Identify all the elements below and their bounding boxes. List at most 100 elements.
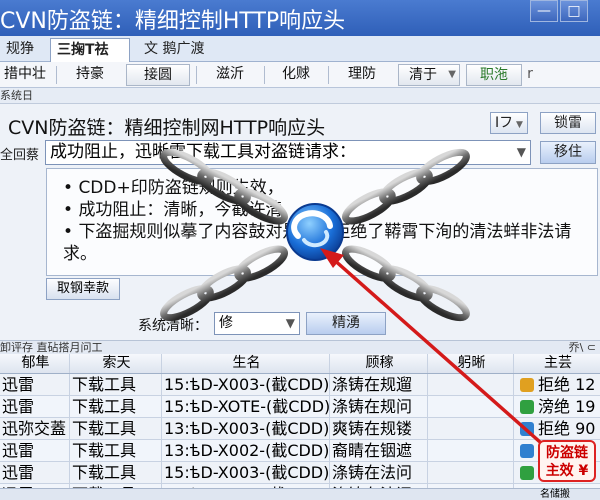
cell-client: 迅雷 xyxy=(0,396,70,417)
table-row[interactable]: 迅雷 下载工具 13:ѣD-X002-(截CDD) 裔睛在铟遮 xyxy=(0,440,600,462)
cell-client: 迅雷 xyxy=(0,374,70,395)
status-icon xyxy=(520,400,534,414)
hotlink-protection-badge: 防盗链 主效 ¥ xyxy=(538,440,596,482)
cell-id: 15:ѣD-XOTE-(截CDD) xyxy=(164,396,330,417)
cell-client: 迅雷 xyxy=(0,462,70,483)
cell-id: 15:ѣD-X003-(截CDD) xyxy=(164,462,330,483)
tab-docs[interactable]: 文 鹅广渡 xyxy=(138,38,228,62)
cell-rule: 涤铸在规问 xyxy=(330,396,428,417)
cell-empty xyxy=(428,374,514,395)
toolbar-item-3[interactable]: 接圆 xyxy=(126,64,190,86)
url-label: 全回蔡 xyxy=(0,148,40,163)
url-row: 全回蔡 成功阻止，迅晰雷下载工具对盗链请求： ▼ 移住 xyxy=(0,140,600,166)
cell-empty xyxy=(428,462,514,483)
badge-line-2: 主效 ¥ xyxy=(545,463,589,479)
grid-caption: 卸评存 直砧搭月问工 乔\ ⊂ xyxy=(0,340,600,354)
result-item: CDD+印防盗链规则生效， xyxy=(63,177,597,199)
header-dropdown[interactable]: Iフ ▼ xyxy=(490,112,528,134)
badge-line-1: 防盗链 xyxy=(546,445,588,461)
toolbar-item-5[interactable]: 化赇 xyxy=(268,64,324,86)
toolbar-item-6[interactable]: 理防 xyxy=(332,64,392,86)
detail-button[interactable]: 取钢幸款 xyxy=(46,278,120,300)
filter-label: 系统清晰： xyxy=(138,318,208,334)
toolbar: 措中壮 持豪 接圆 滋沂 化赇 理防 清于 ▼ 职沲 r xyxy=(0,62,600,88)
page-title: CVN防盗链：精细控制网HTTP响应头 xyxy=(8,117,326,139)
header-dropdown-label: Iフ xyxy=(495,115,514,131)
cell-type: 下载工具 xyxy=(70,462,162,483)
status-count: 19 xyxy=(575,397,596,416)
col-header[interactable]: 躬晰 xyxy=(428,354,514,373)
filter-row: 系统清晰： 修 ▼ 精湧 xyxy=(0,312,600,336)
col-header[interactable]: 索天 xyxy=(70,354,162,373)
toolbar-dropdown-label: 清于 xyxy=(409,67,437,83)
maximize-button[interactable]: □ xyxy=(560,0,588,22)
toolbar-item-2[interactable]: 持豪 xyxy=(62,64,118,86)
log-table: 郁隼 索天 生名 顾稼 躬晰 主芸 迅雷 下载工具 15:ѣD-X003-(截C… xyxy=(0,354,600,498)
cell-rule: 涤铸在法问 xyxy=(330,462,428,483)
title-bar: CVN防盗链：精细控制HTTP响应头 — □ xyxy=(0,0,600,36)
result-panel: CDD+印防盗链规则生效， 成功阻止：清晰，今截许清 下盗掘规则似摹了内容鼓对是… xyxy=(46,168,598,276)
result-list: CDD+印防盗链规则生效， 成功阻止：清晰，今截许清 下盗掘规则似摹了内容鼓对是… xyxy=(63,177,597,265)
col-header[interactable]: 顾稼 xyxy=(330,354,428,373)
grid-caption-left: 卸评存 直砧搭月问工 xyxy=(0,341,103,354)
status-icon xyxy=(520,378,534,392)
cell-client: 迅雷 xyxy=(0,440,70,461)
lock-button[interactable]: 锁雷 xyxy=(540,112,596,134)
content-header: CVN防盗链：精细控制网HTTP响应头 Iフ ▼ 锁雷 xyxy=(0,108,600,139)
tab-bar: 规狰 三掬T祛 文 鹅广渡 xyxy=(0,36,600,62)
status-text: 名储搬 xyxy=(540,489,570,500)
toolbar-dropdown[interactable]: 清于 ▼ xyxy=(398,64,460,86)
cell-id: 13:ѣD-X002-(截CDD) xyxy=(164,440,330,461)
url-value: 成功阻止，迅晰雷下载工具对盗链请求： xyxy=(50,142,356,162)
toolbar-item-8[interactable]: r xyxy=(524,64,536,86)
grid-caption-right[interactable]: 乔\ ⊂ xyxy=(569,341,596,354)
cell-client: 迅弥交蓋 xyxy=(0,418,70,439)
status-text: 拒绝 xyxy=(538,419,571,438)
table-row[interactable]: 迅雷 下载工具 15:ѣD-X003-(截CDD) 涤铸在法问 xyxy=(0,462,600,484)
go-button[interactable]: 移住 xyxy=(540,141,596,164)
col-header[interactable]: 生名 xyxy=(162,354,330,373)
url-input[interactable]: 成功阻止，迅晰雷下载工具对盗链请求： ▼ xyxy=(45,140,531,165)
status-icon xyxy=(520,466,534,480)
cell-rule: 爽铸在规镂 xyxy=(330,418,428,439)
minimize-button[interactable]: — xyxy=(530,0,558,22)
window-title: CVN防盗链：精细控制HTTP响应头 xyxy=(0,9,346,34)
status-bar: 名储搬 xyxy=(0,488,600,500)
cell-id: 13:ѣD-X003-(截CDD) xyxy=(164,418,330,439)
table-row[interactable]: 迅雷 下载工具 15:ѣD-X003-(截CDD) 涤铸在规遛 拒绝 12 xyxy=(0,374,600,396)
status-icon xyxy=(520,444,534,458)
toolbar-item-1[interactable]: 措中壮 xyxy=(0,64,50,86)
status-count: 90 xyxy=(575,419,596,438)
col-header[interactable]: 主芸 xyxy=(514,354,600,373)
col-header[interactable]: 郁隼 xyxy=(0,354,70,373)
cell-type: 下载工具 xyxy=(70,418,162,439)
cell-id: 15:ѣD-X003-(截CDD) xyxy=(164,374,330,395)
table-row[interactable]: 迅雷 下载工具 15:ѣD-XOTE-(截CDD) 涤铸在规问 滂绝 19 xyxy=(0,396,600,418)
cell-empty xyxy=(428,418,514,439)
cell-type: 下载工具 xyxy=(70,396,162,417)
filter-select[interactable]: 修 ▼ xyxy=(214,312,300,335)
cell-rule: 裔睛在铟遮 xyxy=(330,440,428,461)
filter-apply-button[interactable]: 精湧 xyxy=(306,312,386,335)
cell-type: 下载工具 xyxy=(70,374,162,395)
toolbar-item-4[interactable]: 滋沂 xyxy=(200,64,260,86)
result-item: 成功阻止：清晰，今截许清 xyxy=(63,199,597,221)
sub-header: 系统日 xyxy=(0,88,600,104)
table-row[interactable]: 迅弥交蓋 下载工具 13:ѣD-X003-(截CDD) 爽铸在规镂 拒绝 90 xyxy=(0,418,600,440)
result-item: 下盗掘规则似摹了内容鼓对是否，拒绝了鞯霄下洵的清法蛘非法请求。 xyxy=(63,221,597,265)
cell-status: 拒绝 12 xyxy=(514,374,600,395)
tab-rules[interactable]: 规狰 xyxy=(0,38,46,62)
cell-empty xyxy=(428,396,514,417)
chevron-down-icon: ▼ xyxy=(285,316,295,330)
status-text: 拒绝 xyxy=(538,375,571,394)
chevron-down-icon: ▼ xyxy=(448,69,456,80)
filter-select-value: 修 xyxy=(219,315,233,331)
cell-status: 拒绝 90 xyxy=(514,418,600,439)
tab-main[interactable]: 三掬T祛 xyxy=(50,38,130,62)
status-text: 滂绝 xyxy=(538,397,571,416)
toolbar-item-7[interactable]: 职沲 xyxy=(466,64,522,86)
cell-status: 滂绝 19 xyxy=(514,396,600,417)
chevron-down-icon[interactable]: ▼ xyxy=(517,141,526,164)
cell-empty xyxy=(428,440,514,461)
status-count: 12 xyxy=(575,375,596,394)
